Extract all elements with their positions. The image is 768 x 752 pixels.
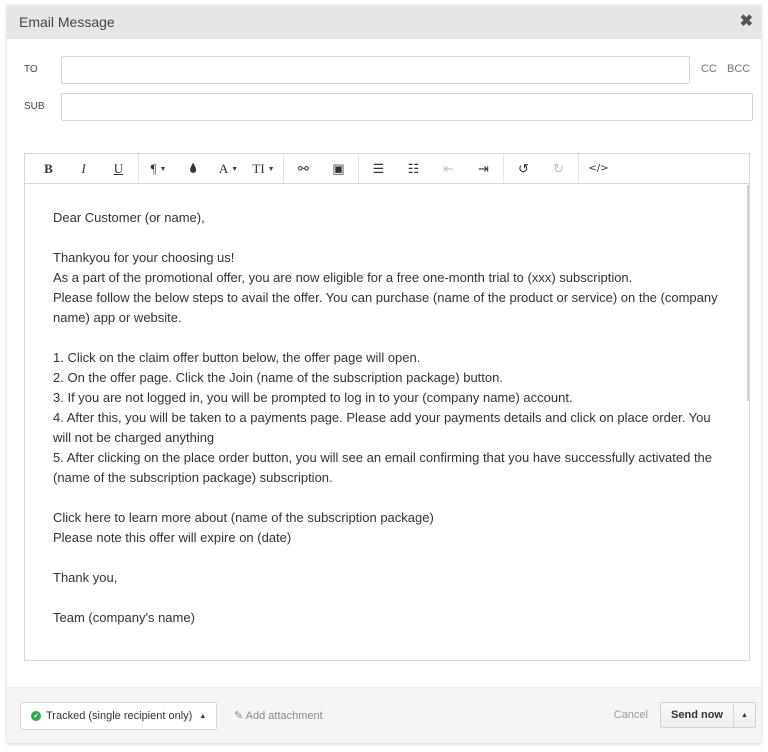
code-view-button[interactable]: </> bbox=[581, 154, 616, 183]
outdent-icon: ⇤ bbox=[443, 160, 454, 176]
email-dialog: Email Message ✖ TO CC BCC SUB B I U ¶ ▼ 💧 A ▼ TI… bbox=[7, 5, 761, 743]
dialog-title: Email Message bbox=[19, 14, 115, 30]
body-line bbox=[53, 328, 721, 348]
body-line bbox=[53, 228, 721, 248]
code-view-icon: </> bbox=[588, 163, 609, 174]
color-icon: 💧 bbox=[187, 163, 200, 173]
body-line: Team (company's name) bbox=[53, 610, 195, 625]
redo-icon: ↻ bbox=[553, 160, 564, 176]
body-line bbox=[53, 488, 721, 508]
add-attachment-label: Add attachment bbox=[245, 710, 323, 722]
toolbar-group: ¶ ▼ 💧 A ▼ TI ▼ bbox=[139, 154, 284, 183]
caret-up-icon: ▲ bbox=[199, 712, 207, 720]
body-line: Thankyou for your choosing us! bbox=[53, 250, 235, 265]
message-body[interactable]: Dear Customer (or name), Thankyou for you… bbox=[25, 184, 749, 660]
send-button-group: Send now ▲ bbox=[660, 702, 756, 728]
bold-button[interactable]: B bbox=[31, 154, 66, 183]
image-button[interactable]: ▣ bbox=[321, 154, 356, 183]
image-icon: ▣ bbox=[332, 160, 345, 176]
underline-button[interactable]: U bbox=[101, 154, 136, 183]
body-line: Please follow the below steps to avail t… bbox=[53, 290, 718, 325]
check-circle-icon: ✓ bbox=[31, 711, 41, 721]
font-size-icon: TI bbox=[252, 160, 265, 176]
body-line: 2. On the offer page. Click the Join (na… bbox=[53, 370, 503, 385]
editor-toolbar: B I U ¶ ▼ 💧 A ▼ TI ▼ ⚯ ▣ ☰ ☷ ⇤ ⇥ ↺ ↻ </> bbox=[25, 154, 749, 184]
paragraph-button[interactable]: ¶ ▼ bbox=[141, 154, 176, 183]
add-attachment-button[interactable]: ✎ Add attachment bbox=[234, 709, 323, 722]
bcc-button[interactable]: BCC bbox=[727, 63, 750, 75]
body-line bbox=[53, 548, 721, 568]
bold-icon: B bbox=[44, 160, 53, 176]
body-line: 4. After this, you will be taken to a pa… bbox=[53, 410, 711, 445]
paragraph-icon: ¶ bbox=[150, 160, 157, 176]
send-now-button[interactable]: Send now bbox=[661, 703, 733, 727]
cancel-button[interactable]: Cancel bbox=[614, 709, 648, 721]
ordered-list-button[interactable]: ☰ bbox=[361, 154, 396, 183]
indent-icon: ⇥ bbox=[478, 160, 489, 176]
font-size-button[interactable]: TI ▼ bbox=[246, 154, 281, 183]
subject-label: SUB bbox=[24, 101, 45, 112]
unordered-list-button[interactable]: ☷ bbox=[396, 154, 431, 183]
body-line bbox=[53, 588, 721, 608]
redo-button[interactable]: ↻ bbox=[541, 154, 576, 183]
cc-button[interactable]: CC bbox=[701, 63, 717, 75]
ordered-list-icon: ☰ bbox=[372, 160, 385, 176]
dialog-footer: ✓ Tracked (single recipient only) ▲ ✎ Ad… bbox=[7, 687, 761, 743]
body-line: Thank you, bbox=[53, 570, 118, 585]
italic-button[interactable]: I bbox=[66, 154, 101, 183]
tracking-dropdown[interactable]: ✓ Tracked (single recipient only) ▲ bbox=[20, 702, 218, 730]
font-icon: A bbox=[218, 160, 229, 176]
color-button[interactable]: 💧 bbox=[176, 154, 211, 183]
underline-icon: U bbox=[113, 160, 124, 176]
caret-down-icon: ▼ bbox=[231, 164, 239, 173]
send-options-caret-icon[interactable]: ▲ bbox=[733, 703, 755, 727]
to-input[interactable] bbox=[61, 56, 690, 84]
body-line: 5. After clicking on the place order but… bbox=[53, 450, 713, 485]
toolbar-group: ↺ ↻ bbox=[504, 154, 579, 183]
paperclip-icon: ✎ bbox=[234, 710, 244, 722]
body-line: As a part of the promotional offer, you … bbox=[53, 270, 633, 285]
outdent-button[interactable]: ⇤ bbox=[431, 154, 466, 183]
toolbar-group: </> bbox=[579, 154, 618, 183]
body-line: Click here to learn more about (name of … bbox=[53, 510, 434, 525]
body-line: Dear Customer (or name), bbox=[53, 210, 205, 225]
editor-scrollbar[interactable] bbox=[747, 185, 749, 401]
undo-icon: ↺ bbox=[518, 160, 529, 176]
subject-input[interactable] bbox=[61, 93, 753, 121]
body-line: 1. Click on the claim offer button below… bbox=[53, 350, 421, 365]
caret-down-icon: ▼ bbox=[267, 164, 275, 173]
rich-text-editor: B I U ¶ ▼ 💧 A ▼ TI ▼ ⚯ ▣ ☰ ☷ ⇤ ⇥ ↺ ↻ </> Dear Customer (or… bbox=[24, 153, 750, 661]
body-line: Please note this offer will expire on (d… bbox=[53, 530, 292, 545]
font-button[interactable]: A ▼ bbox=[211, 154, 246, 183]
toolbar-group: ⚯ ▣ bbox=[284, 154, 359, 183]
body-line: 3. If you are not logged in, you will be… bbox=[53, 390, 573, 405]
italic-icon: I bbox=[81, 160, 86, 176]
toolbar-group: ☰ ☷ ⇤ ⇥ bbox=[359, 154, 504, 183]
undo-button[interactable]: ↺ bbox=[506, 154, 541, 183]
dialog-header: Email Message ✖ bbox=[7, 5, 761, 39]
caret-down-icon: ▼ bbox=[159, 164, 167, 173]
indent-button[interactable]: ⇥ bbox=[466, 154, 501, 183]
tracking-label: Tracked (single recipient only) bbox=[46, 710, 193, 722]
link-button[interactable]: ⚯ bbox=[286, 154, 321, 183]
to-label: TO bbox=[24, 64, 38, 75]
close-icon[interactable]: ✖ bbox=[740, 14, 753, 30]
unordered-list-icon: ☷ bbox=[407, 160, 420, 176]
link-icon: ⚯ bbox=[298, 160, 309, 176]
toolbar-group: BIU bbox=[29, 154, 139, 183]
